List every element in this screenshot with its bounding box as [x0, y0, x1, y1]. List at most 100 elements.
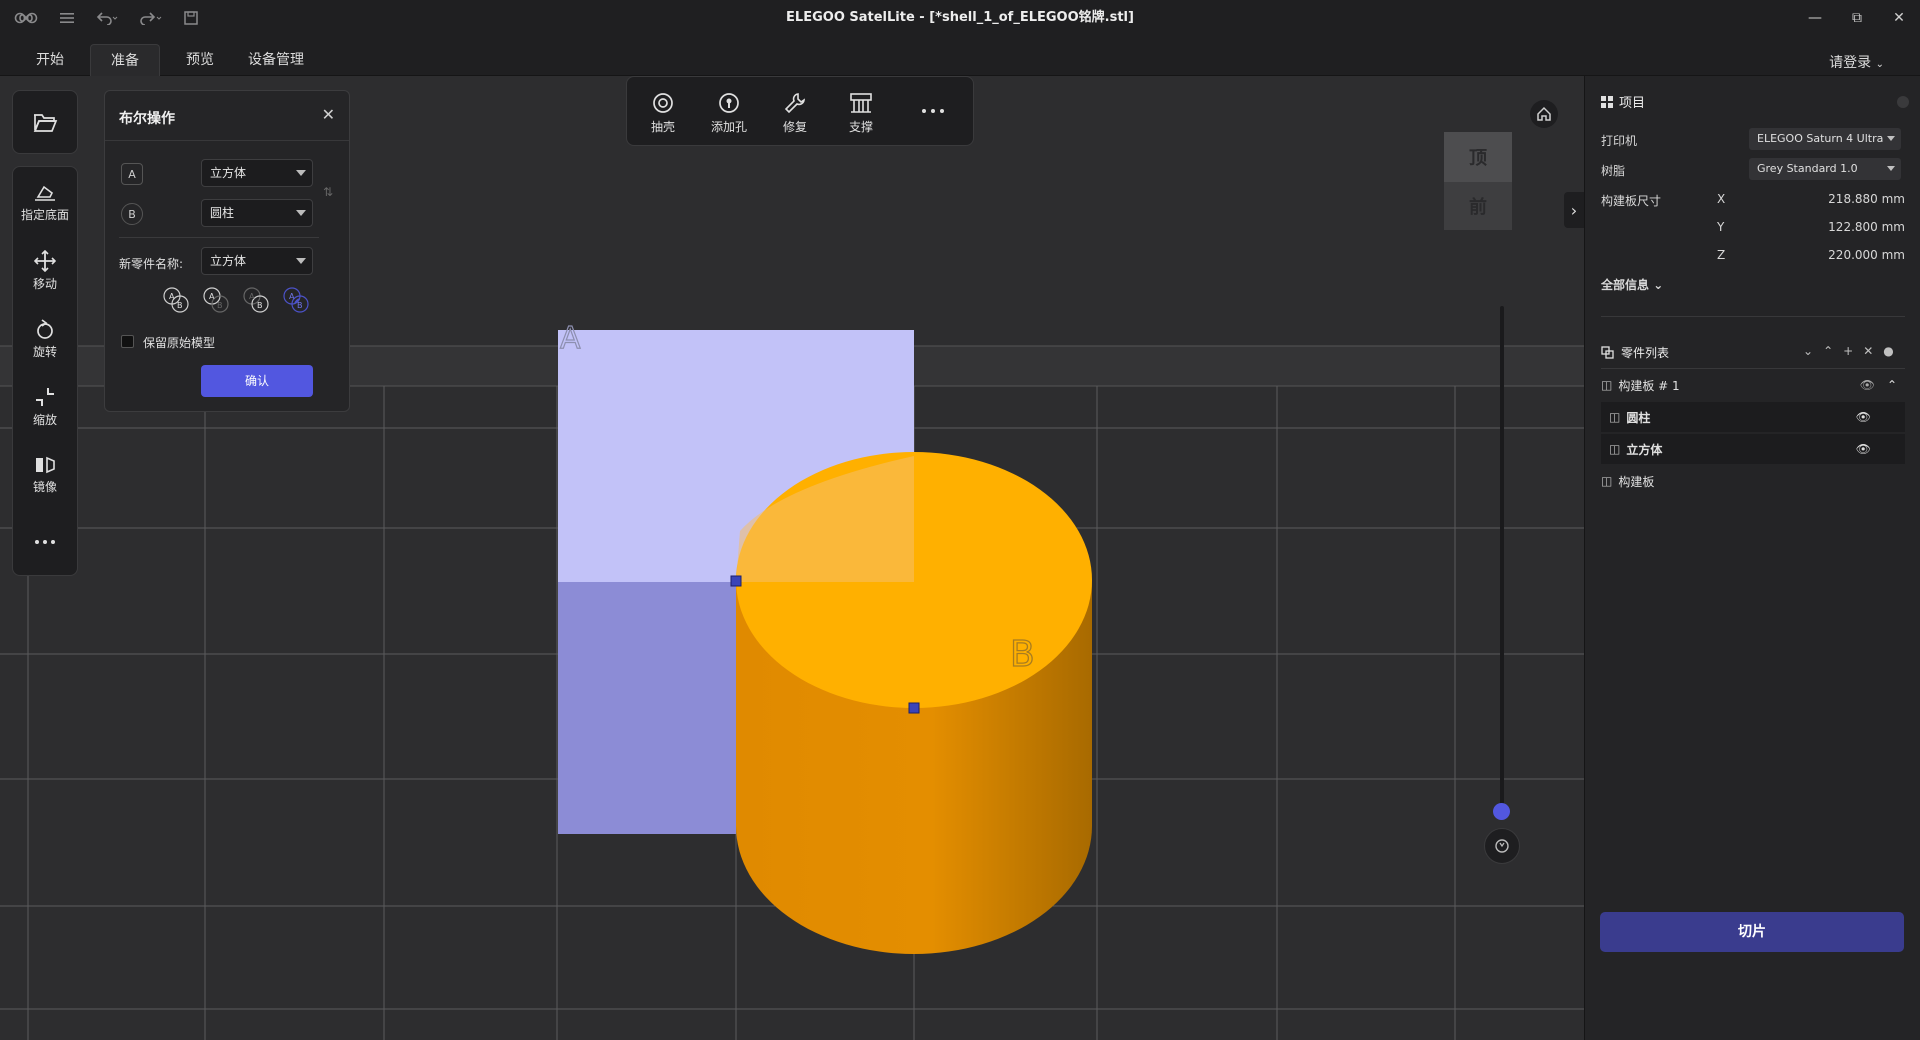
move-button[interactable]: 移动: [13, 241, 77, 301]
menu-bar: 开始 准备 预览 设备管理 请登录 ⌄: [0, 36, 1920, 76]
maximize-button[interactable]: ⧉: [1836, 0, 1878, 36]
keep-original-checkbox[interactable]: [121, 335, 134, 348]
right-panel: 项目 打印机 ELEGOO Saturn 4 Ultra 树脂 Grey Sta…: [1584, 76, 1920, 1040]
printer-label: 打印机: [1601, 134, 1638, 148]
chevron-down-icon[interactable]: ⌄: [1803, 344, 1813, 358]
part-row-cube[interactable]: ◫ 立方体 👁: [1601, 434, 1905, 464]
eye-icon[interactable]: 👁: [1860, 378, 1875, 392]
printer-select[interactable]: ELEGOO Saturn 4 Ultra: [1749, 128, 1901, 150]
subtract-icon[interactable]: AB: [201, 285, 231, 315]
tab-prepare[interactable]: 准备: [90, 44, 160, 76]
b-badge: B: [121, 203, 143, 225]
rotate-button[interactable]: 旋转: [13, 309, 77, 369]
more-horizontal-icon: [35, 539, 55, 544]
b-select[interactable]: 圆柱: [201, 199, 313, 227]
caret-down-icon: [1887, 166, 1895, 171]
lay-on-face-button[interactable]: 指定底面: [13, 173, 77, 233]
tab-device-management[interactable]: 设备管理: [228, 44, 324, 76]
layers-icon: [1601, 345, 1614, 359]
add-icon[interactable]: +: [1843, 344, 1853, 358]
dim-z-axis: Z: [1717, 248, 1726, 262]
all-info-toggle[interactable]: 全部信息 ⌄: [1601, 276, 1663, 293]
more-tools-button[interactable]: [13, 513, 77, 573]
mirror-button[interactable]: 镜像: [13, 445, 77, 505]
layer-slider-track[interactable]: [1500, 306, 1504, 812]
view-cube[interactable]: 顶 前: [1444, 132, 1512, 230]
hollow-button[interactable]: 抽壳: [633, 85, 693, 141]
support-button[interactable]: 支撑: [831, 85, 891, 141]
svg-text:B: B: [257, 301, 263, 310]
login-button[interactable]: 请登录 ⌄: [1829, 52, 1884, 72]
dim-x-axis: X: [1717, 192, 1726, 206]
caret-down-icon: [1887, 136, 1895, 141]
repair-label: 修复: [782, 119, 807, 134]
reset-slider-button[interactable]: [1484, 828, 1520, 864]
slice-button[interactable]: 切片: [1600, 912, 1904, 952]
settings-dot-icon[interactable]: ●: [1883, 344, 1893, 358]
layer-slider-handle[interactable]: [1493, 803, 1510, 820]
more-button[interactable]: [903, 85, 963, 141]
lay-on-face-label: 指定底面: [20, 208, 69, 222]
dim-z-value: 220.000 mm: [1828, 248, 1905, 262]
chevron-up-icon[interactable]: ⌃: [1823, 344, 1833, 358]
scale-label: 缩放: [32, 413, 57, 427]
plate-row[interactable]: ◫ 构建板: [1601, 466, 1905, 496]
open-file-button[interactable]: [12, 90, 78, 154]
keep-original-label: 保留原始模型: [143, 336, 216, 350]
minimize-button[interactable]: —: [1794, 0, 1836, 36]
tab-preview[interactable]: 预览: [166, 44, 234, 76]
eye-icon[interactable]: 👁: [1856, 442, 1871, 456]
dim-y-value: 122.800 mm: [1828, 220, 1905, 234]
reverse-subtract-icon[interactable]: AB: [241, 285, 271, 315]
scale-icon: [36, 388, 54, 406]
divider: [1601, 316, 1905, 317]
view-top-face[interactable]: 顶: [1444, 132, 1512, 182]
hamburger-menu-icon[interactable]: [60, 12, 74, 24]
move-icon: [34, 250, 56, 272]
plate-label: 构建板: [1618, 474, 1655, 489]
caret-down-icon: [296, 210, 306, 216]
redo-icon[interactable]: [140, 11, 162, 25]
scale-button[interactable]: 缩放: [13, 377, 77, 437]
part-label-cube: 立方体: [1626, 442, 1663, 457]
resin-value: Grey Standard 1.0: [1757, 162, 1858, 175]
union-icon[interactable]: AB: [161, 285, 191, 315]
part-label-cylinder: 圆柱: [1626, 410, 1651, 425]
refresh-icon: [1495, 839, 1509, 853]
dim-x-value: 218.880 mm: [1828, 192, 1905, 206]
view-front-face[interactable]: 前: [1444, 182, 1512, 230]
save-icon[interactable]: [184, 11, 198, 25]
collapse-dot-icon[interactable]: [1897, 96, 1909, 108]
add-hole-button[interactable]: 添加孔: [699, 85, 759, 141]
layer-stack-icon: ◫: [1609, 442, 1621, 456]
project-section-title: 项目: [1601, 92, 1645, 111]
close-icon[interactable]: ✕: [322, 105, 335, 124]
boolean-panel: 布尔操作 ✕ A 立方体 ⇅ B 圆柱 新零件名称: 立方体 AB AB AB …: [104, 90, 350, 412]
swap-icon[interactable]: ⇅: [323, 185, 333, 199]
resin-select[interactable]: Grey Standard 1.0: [1749, 158, 1901, 180]
svg-text:B: B: [297, 301, 303, 310]
plate-group-row[interactable]: ◫ 构建板 # 1 👁 ⌃: [1601, 370, 1905, 400]
close-window-button[interactable]: ✕: [1878, 0, 1920, 36]
layer-stack-icon: ◫: [1609, 410, 1621, 424]
chevron-down-icon: ⌄: [1875, 59, 1884, 70]
confirm-button[interactable]: 确认: [201, 365, 313, 397]
new-part-name-select[interactable]: 立方体: [201, 247, 313, 275]
eye-icon[interactable]: 👁: [1856, 410, 1871, 424]
divider: [1601, 368, 1905, 369]
hollow-icon: [653, 92, 673, 113]
project-title: 项目: [1619, 96, 1646, 111]
a-select[interactable]: 立方体: [201, 159, 313, 187]
divider: [119, 237, 319, 238]
repair-button[interactable]: 修复: [765, 85, 825, 141]
undo-icon[interactable]: [96, 11, 118, 25]
collapse-panel-button[interactable]: ›: [1564, 192, 1584, 228]
intersect-icon[interactable]: AB: [281, 285, 311, 315]
chevron-up-icon[interactable]: ⌃: [1887, 378, 1897, 392]
boolean-panel-title: 布尔操作: [119, 111, 175, 127]
tab-start[interactable]: 开始: [16, 44, 84, 76]
part-row-cylinder[interactable]: ◫ 圆柱 👁: [1601, 402, 1905, 432]
delete-icon[interactable]: ✕: [1863, 344, 1873, 358]
a-select-value: 立方体: [210, 166, 247, 180]
home-view-button[interactable]: [1530, 100, 1558, 128]
